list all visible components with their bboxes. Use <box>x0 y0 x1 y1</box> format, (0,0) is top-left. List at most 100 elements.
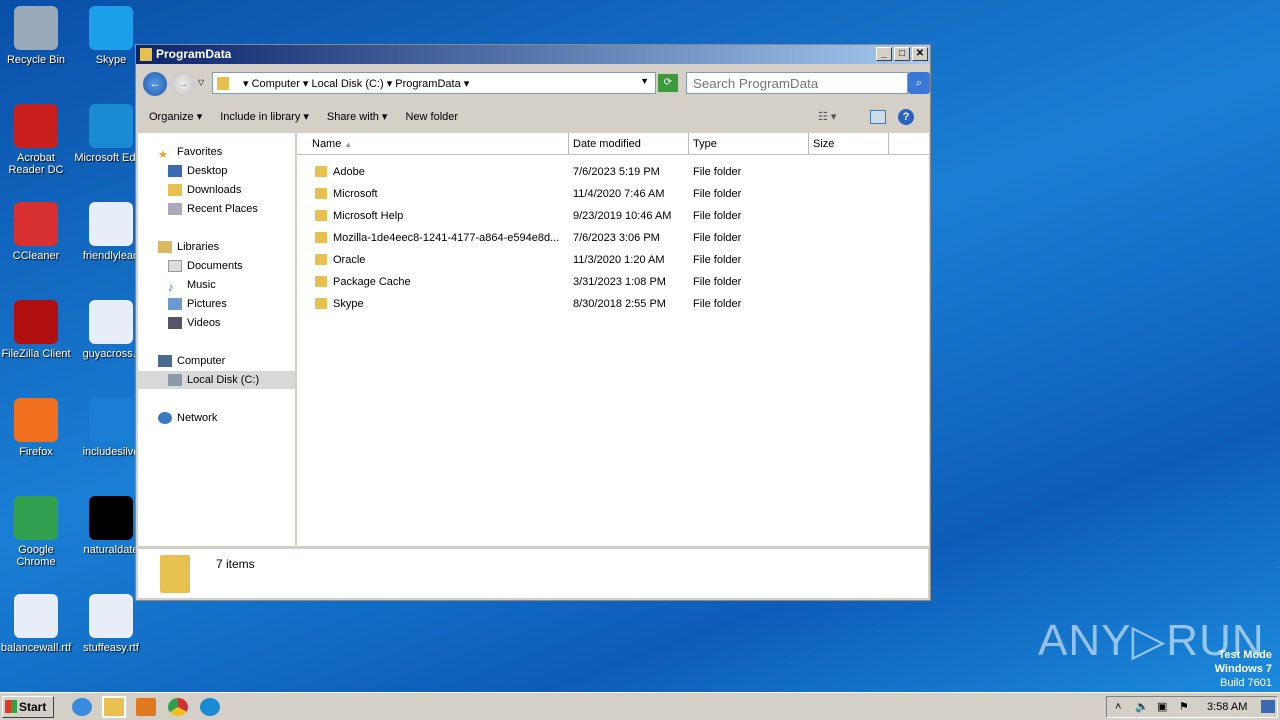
nav-recent-places[interactable]: Recent Places <box>168 200 258 218</box>
file-date: 7/6/2023 3:06 PM <box>573 232 660 244</box>
breadcrumb-computer[interactable]: Computer <box>252 78 300 90</box>
test-mode-watermark: Test Mode Windows 7 Build 7601 <box>1214 649 1272 689</box>
column-type[interactable]: Type <box>689 133 809 155</box>
forward-button[interactable]: → <box>171 72 195 96</box>
include-in-library-button[interactable]: Include in library ▾ <box>220 110 309 123</box>
refresh-button[interactable]: ⟳ <box>658 74 678 92</box>
file-row[interactable]: Skype 8/30/2018 2:55 PM File folder <box>315 294 813 314</box>
file-name: Skype <box>333 298 364 310</box>
app-icon <box>14 300 58 344</box>
file-type: File folder <box>693 276 742 288</box>
view-options-icon[interactable]: ☷ ▾ <box>818 110 836 123</box>
pictures-icon <box>168 298 182 310</box>
preview-pane-icon[interactable] <box>870 109 886 124</box>
nav-favorites[interactable]: ★ Favorites <box>158 143 222 161</box>
clock[interactable]: 3:58 AM <box>1207 701 1247 713</box>
desktop-icon <box>168 165 182 177</box>
file-row[interactable]: Package Cache 3/31/2023 1:08 PM File folde… <box>315 272 813 292</box>
app-icon <box>89 496 133 540</box>
nav-desktop[interactable]: Desktop <box>168 162 227 180</box>
file-type: File folder <box>693 210 742 222</box>
nav-computer[interactable]: Computer <box>158 352 225 370</box>
nav-music[interactable]: ♪ Music <box>168 276 216 294</box>
taskbar-explorer-icon[interactable] <box>102 695 126 718</box>
app-icon <box>89 594 133 638</box>
status-bar: 7 items <box>138 548 928 598</box>
windows-logo-icon <box>5 699 17 713</box>
file-type: File folder <box>693 232 742 244</box>
desktop-icon-firefox[interactable]: Firefox <box>0 398 74 458</box>
action-center-flag-icon[interactable]: ⚑ <box>1179 700 1189 713</box>
folder-icon <box>315 232 327 243</box>
taskbar-ie-icon[interactable] <box>72 697 92 716</box>
file-name: Adobe <box>333 166 365 178</box>
music-icon: ♪ <box>168 282 174 294</box>
taskbar-chrome-icon[interactable] <box>168 697 188 716</box>
nav-local-disk[interactable]: Local Disk (C:) <box>138 371 295 389</box>
search-input[interactable] <box>686 72 908 94</box>
search-button[interactable]: ⌕ <box>908 72 930 94</box>
file-name: Mozilla-1de4eec8-1241-4177-a864-e594e8d.… <box>333 232 560 244</box>
recent-pages-dropdown[interactable]: ▽ <box>198 78 204 87</box>
volume-icon[interactable]: 🔈 <box>1135 700 1149 713</box>
close-button[interactable]: ✕ <box>912 47 928 61</box>
folder-icon <box>315 166 327 177</box>
nav-pictures[interactable]: Pictures <box>168 295 227 313</box>
column-name[interactable]: Name ▲ <box>297 133 569 155</box>
file-row[interactable]: Microsoft Help 9/23/2019 10:46 AM File fol… <box>315 206 813 226</box>
minimize-button[interactable]: _ <box>876 47 892 61</box>
taskbar-edge-icon[interactable] <box>200 697 220 716</box>
show-desktop-button[interactable] <box>1261 700 1275 713</box>
desktop-icon-recycle-bin[interactable]: Recycle Bin <box>0 6 74 66</box>
file-type: File folder <box>693 166 742 178</box>
address-dropdown[interactable]: ▼ <box>640 76 649 86</box>
file-row[interactable]: Microsoft 11/4/2020 7:46 AM File folder <box>315 184 813 204</box>
file-row[interactable]: Adobe 7/6/2023 5:19 PM File folder <box>315 162 813 182</box>
folder-icon <box>315 188 327 199</box>
file-row[interactable]: Oracle 11/3/2020 1:20 AM File folder <box>315 250 813 270</box>
title-bar[interactable]: ProgramData _ □ ✕ <box>136 45 930 64</box>
network-tray-icon[interactable]: ▣ <box>1157 700 1167 713</box>
nav-videos[interactable]: Videos <box>168 314 220 332</box>
start-button[interactable]: Start <box>2 695 54 718</box>
file-name: Oracle <box>333 254 366 266</box>
nav-downloads[interactable]: Downloads <box>168 181 241 199</box>
star-icon: ★ <box>158 149 168 161</box>
file-date: 8/30/2018 2:55 PM <box>573 298 666 310</box>
share-with-button[interactable]: Share with ▾ <box>327 110 388 123</box>
breadcrumb-programdata[interactable]: ProgramData <box>395 78 460 90</box>
desktop-icon-balancewall-rtf[interactable]: balancewall.rtf <box>0 594 74 654</box>
column-size[interactable]: Size <box>809 133 889 155</box>
app-icon <box>14 6 58 50</box>
folder-icon <box>315 254 327 265</box>
file-row[interactable]: Mozilla-1de4eec8-1241-4177-a864-e594e8d.… <box>315 228 813 248</box>
new-folder-button[interactable]: New folder <box>405 111 458 123</box>
desktop-icon-ccleaner[interactable]: CCleaner <box>0 202 74 262</box>
help-icon[interactable]: ? <box>898 108 914 125</box>
back-button[interactable]: ← <box>143 72 167 96</box>
nav-network[interactable]: Network <box>158 409 217 427</box>
file-date: 3/31/2023 1:08 PM <box>573 276 666 288</box>
recent-places-icon <box>168 203 182 215</box>
app-icon <box>14 594 58 638</box>
folder-icon <box>315 210 327 221</box>
organize-button[interactable]: Organize ▾ <box>149 110 202 123</box>
desktop-icon-stuffeasy-rtf[interactable]: stuffeasy.rtf <box>73 594 149 654</box>
desktop-icon-filezilla-client[interactable]: FileZilla Client <box>0 300 74 360</box>
desktop-icon-acrobat-reader-dc[interactable]: Acrobat Reader DC <box>0 104 74 176</box>
column-date-modified[interactable]: Date modified <box>569 133 689 155</box>
taskbar-media-player-icon[interactable] <box>136 697 156 716</box>
show-hidden-icons[interactable]: ˄ <box>1115 701 1121 713</box>
maximize-button[interactable]: □ <box>894 47 910 61</box>
app-icon <box>14 104 58 148</box>
app-icon <box>89 300 133 344</box>
file-date: 9/23/2019 10:46 AM <box>573 210 672 222</box>
desktop-icon-google-chrome[interactable]: Google Chrome <box>0 496 74 568</box>
network-icon <box>158 412 172 424</box>
breadcrumb-local-disk[interactable]: Local Disk (C:) <box>312 78 384 90</box>
nav-documents[interactable]: Documents <box>168 257 243 275</box>
app-icon <box>89 6 133 50</box>
nav-libraries[interactable]: Libraries <box>158 238 219 256</box>
app-icon <box>89 104 133 148</box>
address-bar[interactable]: ▾ Computer ▾ Local Disk (C:) ▾ ProgramDa… <box>212 72 656 94</box>
